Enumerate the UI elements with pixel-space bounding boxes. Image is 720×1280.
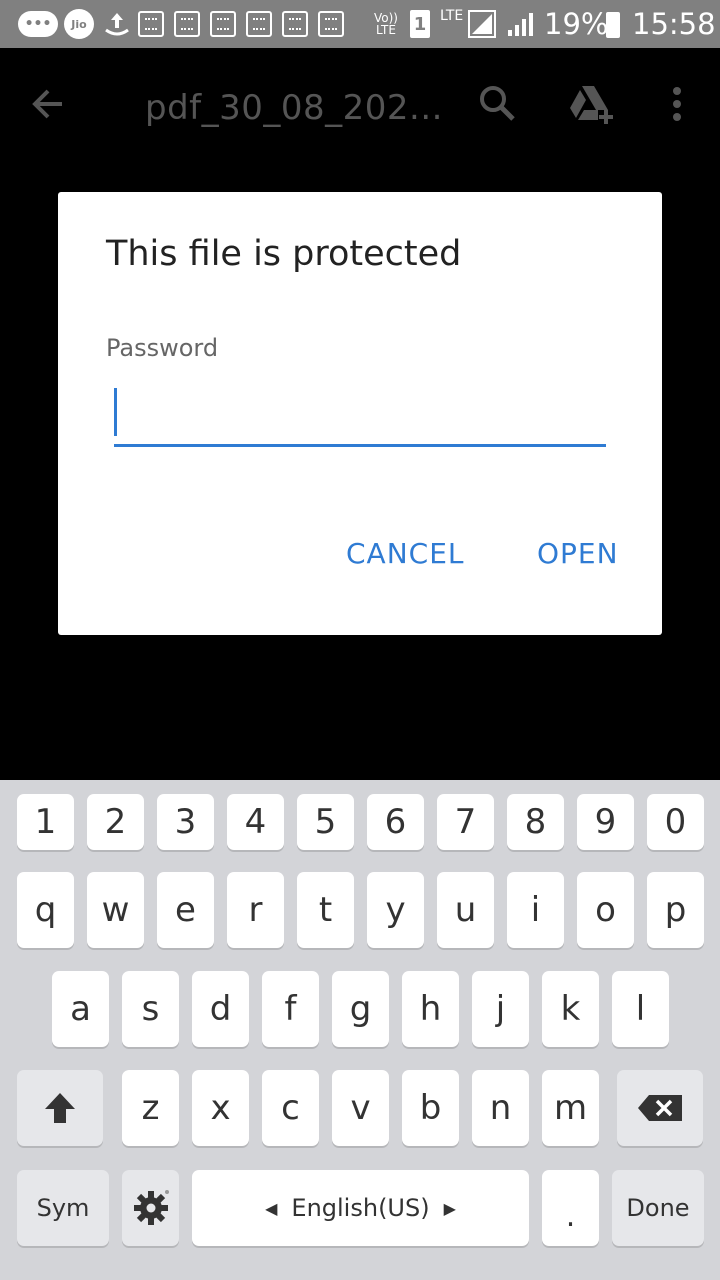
key-5[interactable]: 5 <box>297 794 354 850</box>
notification-app-icon <box>138 11 164 37</box>
jio-label: Jio <box>71 17 87 31</box>
volte-label: Vo)) LTE <box>374 11 398 37</box>
key-z[interactable]: z <box>122 1070 179 1146</box>
key-b[interactable]: b <box>402 1070 459 1146</box>
key-3[interactable]: 3 <box>157 794 214 850</box>
chevron-right-icon: ▶ <box>443 1198 456 1218</box>
key-y[interactable]: y <box>367 872 424 948</box>
period-label: . <box>565 1199 576 1234</box>
chevron-left-icon: ◀ <box>265 1198 278 1218</box>
key-t[interactable]: t <box>297 872 354 948</box>
key-k[interactable]: k <box>542 971 599 1047</box>
key-8[interactable]: 8 <box>507 794 564 850</box>
sim-icon: 1 <box>410 10 430 38</box>
done-key[interactable]: Done <box>612 1170 704 1246</box>
space-language-label: English(US) <box>291 1194 430 1222</box>
clock-text: 15:58 <box>632 7 716 41</box>
battery-icon <box>606 12 620 38</box>
text-cursor <box>114 388 117 436</box>
document-title: pdf_30_08_202... <box>145 88 443 128</box>
notification-app-icon <box>210 11 236 37</box>
back-arrow-icon[interactable] <box>30 86 66 126</box>
key-o[interactable]: o <box>577 872 634 948</box>
cancel-button[interactable]: CANCEL <box>346 537 465 570</box>
key-j[interactable]: j <box>472 971 529 1047</box>
key-9[interactable]: 9 <box>577 794 634 850</box>
upload-icon <box>102 10 132 38</box>
key-g[interactable]: g <box>332 971 389 1047</box>
backspace-key[interactable] <box>617 1070 703 1146</box>
app-bar: pdf_30_08_202... <box>0 48 720 160</box>
sim-label: 1 <box>413 13 427 35</box>
battery-percent-text: 19% <box>544 7 609 41</box>
key-n[interactable]: n <box>472 1070 529 1146</box>
open-button[interactable]: OPEN <box>537 537 619 570</box>
shift-arrow-icon <box>45 1093 75 1123</box>
key-u[interactable]: u <box>437 872 494 948</box>
more-options-icon[interactable] <box>672 86 682 126</box>
signal-icon <box>505 10 537 38</box>
password-dialog: This file is protected Password CANCEL O… <box>58 192 662 635</box>
sym-key[interactable]: Sym <box>17 1170 109 1246</box>
key-a[interactable]: a <box>52 971 109 1047</box>
settings-key[interactable] <box>122 1170 179 1246</box>
notification-app-icon <box>318 11 344 37</box>
password-input[interactable] <box>114 384 606 447</box>
key-x[interactable]: x <box>192 1070 249 1146</box>
key-l[interactable]: l <box>612 971 669 1047</box>
key-m[interactable]: m <box>542 1070 599 1146</box>
key-w[interactable]: w <box>87 872 144 948</box>
gear-icon <box>133 1190 169 1225</box>
key-r[interactable]: r <box>227 872 284 948</box>
volte-icon: Vo)) LTE <box>370 10 402 38</box>
status-bar: ••• Jio Vo)) LTE 1 LTE 19% 15:58 <box>0 0 720 48</box>
shift-key[interactable] <box>17 1070 103 1146</box>
key-0[interactable]: 0 <box>647 794 704 850</box>
period-key[interactable]: . <box>542 1170 599 1246</box>
jio-icon: Jio <box>64 9 94 39</box>
key-q[interactable]: q <box>17 872 74 948</box>
clock: 15:58 <box>632 7 716 41</box>
key-7[interactable]: 7 <box>437 794 494 850</box>
add-to-drive-icon[interactable] <box>568 84 616 128</box>
dialog-title: This file is protected <box>106 234 462 274</box>
key-p[interactable]: p <box>647 872 704 948</box>
search-icon[interactable] <box>478 84 516 126</box>
key-c[interactable]: c <box>262 1070 319 1146</box>
key-6[interactable]: 6 <box>367 794 424 850</box>
key-i[interactable]: i <box>507 872 564 948</box>
notification-app-icon <box>174 11 200 37</box>
key-h[interactable]: h <box>402 971 459 1047</box>
notification-app-icon <box>282 11 308 37</box>
key-d[interactable]: d <box>192 971 249 1047</box>
keyboard: 1 2 3 4 5 6 7 8 9 0 q w e r t y u i o p … <box>0 780 720 1280</box>
key-v[interactable]: v <box>332 1070 389 1146</box>
key-f[interactable]: f <box>262 971 319 1047</box>
key-2[interactable]: 2 <box>87 794 144 850</box>
battery-percent: 19% <box>544 7 609 41</box>
key-4[interactable]: 4 <box>227 794 284 850</box>
notification-app-icon <box>246 11 272 37</box>
backspace-icon <box>638 1095 682 1121</box>
lte-signal-icon: LTE <box>440 8 500 38</box>
password-label: Password <box>106 334 219 362</box>
key-e[interactable]: e <box>157 872 214 948</box>
key-1[interactable]: 1 <box>17 794 74 850</box>
messages-icon: ••• <box>18 11 58 37</box>
space-key[interactable]: ◀ English(US) ▶ <box>192 1170 529 1246</box>
key-s[interactable]: s <box>122 971 179 1047</box>
lte-label: LTE <box>440 8 464 24</box>
